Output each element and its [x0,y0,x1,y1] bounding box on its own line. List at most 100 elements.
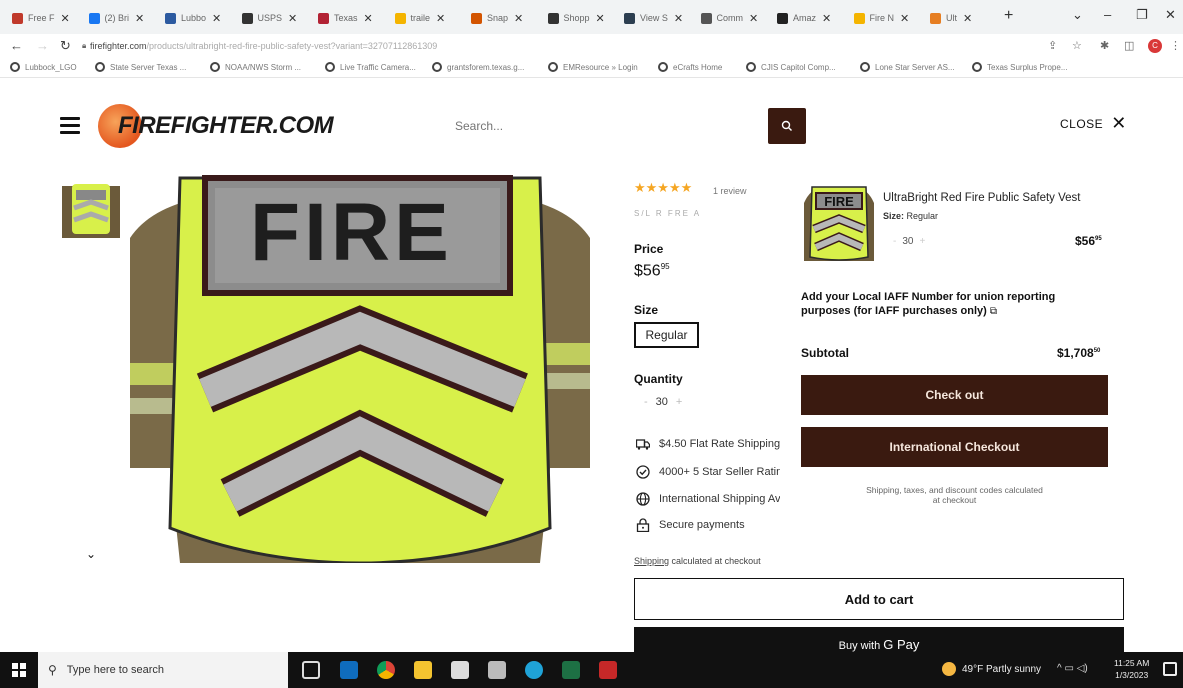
tab-close-icon[interactable]: ✕ [61,12,70,25]
browser-tab[interactable]: Texas ✕ [318,8,388,28]
shipping-link[interactable]: Shipping [634,556,669,566]
system-tray-icons[interactable]: ^ ▭ ◁) [1057,663,1088,674]
browser-tab[interactable]: Comm ✕ [700,8,771,28]
cart-item-image[interactable]: FIRE [800,183,878,261]
app-icon[interactable] [451,661,469,679]
chrome-icon[interactable] [377,661,395,679]
tab-close-icon[interactable]: ✕ [212,12,221,25]
size-option-regular[interactable]: Regular [634,322,699,348]
browser-tab[interactable]: Amaz ✕ [777,8,847,28]
url-field[interactable]: firefighter.com/products/ultrabright-red… [90,41,437,51]
file-explorer-icon[interactable] [414,661,432,679]
tab-close-icon[interactable]: ✕ [822,12,831,25]
cart-qty-decrement[interactable]: - [893,236,896,247]
browser-tab[interactable]: traile ✕ [394,8,465,28]
browser-tab[interactable]: Free F ✕ [12,8,82,28]
window-close-icon[interactable]: ✕ [1165,7,1176,23]
tab-close-icon[interactable]: ✕ [436,12,445,25]
back-icon[interactable]: ← [10,38,23,53]
size-label: Size [634,303,659,317]
tab-label: Texas [334,13,358,23]
notifications-icon[interactable] [1163,662,1177,676]
taskbar-search-box[interactable]: ⚲ Type here to search [38,652,288,688]
international-checkout-button[interactable]: International Checkout [801,427,1108,467]
forward-icon[interactable]: → [36,38,49,53]
price-label: Price [634,242,664,256]
tab-close-icon[interactable]: ✕ [514,12,523,25]
bookmark-item[interactable]: CJIS Capitol Comp... [746,62,836,72]
tab-close-icon[interactable]: ✕ [963,12,972,25]
cart-item-name[interactable]: UltraBright Red Fire Public Safety Vest [883,192,1081,204]
bookmark-label: EMResource » Login [563,62,638,72]
tab-close-icon[interactable]: ✕ [749,12,758,25]
tab-close-icon[interactable]: ✕ [288,12,297,25]
browser-tab[interactable]: Fire N ✕ [853,8,924,28]
minimize-icon[interactable]: – [1104,7,1111,22]
snipping-tool-icon[interactable] [488,661,506,679]
external-link-icon: ⧉ [989,306,998,317]
bookmark-item[interactable]: grantsforem.texas.g... [432,62,524,72]
search-button[interactable] [768,108,806,144]
review-count-link[interactable]: 1 review [713,186,747,196]
tab-label: Ult [946,13,957,23]
browser-tab[interactable]: Snap ✕ [471,8,541,28]
taskbar-clock[interactable]: 11:25 AM 1/3/2023 [1114,657,1149,681]
tab-close-icon[interactable]: ✕ [674,12,683,25]
acrobat-icon[interactable] [599,661,617,679]
bookmark-item[interactable]: eCrafts Home [658,62,722,72]
profile-avatar[interactable]: C [1148,39,1162,53]
windows-start-icon[interactable] [12,663,26,677]
menu-icon[interactable] [60,117,80,134]
bookmark-item[interactable]: Texas Surplus Prope... [972,62,1067,72]
product-main-image[interactable]: FIRE [130,168,590,563]
bookmark-star-icon[interactable]: ☆ [1072,39,1082,52]
extensions-icon[interactable]: ✱ [1100,39,1109,52]
bookmark-item[interactable]: EMResource » Login [548,62,638,72]
gallery-down-icon[interactable]: ⌄ [86,547,96,561]
cart-qty-increment[interactable]: + [919,236,925,247]
browser-tab[interactable]: USPS ✕ [241,8,312,28]
excel-icon[interactable] [562,661,580,679]
tab-label: Lubbo [181,13,207,23]
browser-tab[interactable]: Lubbo ✕ [165,8,235,28]
cart-qty-value[interactable]: 30 [902,236,913,247]
new-tab-icon[interactable]: + [1004,7,1013,25]
product-thumbnail[interactable] [62,180,120,238]
browser-tab[interactable]: View S ✕ [624,8,694,28]
qty-decrement-button[interactable]: - [644,396,648,408]
restore-icon[interactable]: ❐ [1136,7,1148,23]
browser-tab[interactable]: Shopp ✕ [547,8,618,28]
browser-tab[interactable]: (2) Bri ✕ [88,8,159,28]
cart-quantity-stepper: -30 + [887,236,931,247]
iaff-link[interactable]: Add your Local IAFF Number for union rep… [801,290,1101,319]
share-icon[interactable]: ⇪ [1048,39,1057,52]
qty-increment-button[interactable]: + [676,396,682,408]
edge-icon[interactable] [525,661,543,679]
bookmark-item[interactable]: NOAA/NWS Storm ... [210,62,301,72]
tab-close-icon[interactable]: ✕ [596,12,605,25]
bookmark-item[interactable]: State Server Texas ... [95,62,186,72]
qty-value[interactable]: 30 [656,396,668,408]
perk-text: International Shipping Available [659,493,790,505]
add-to-cart-button[interactable]: Add to cart [634,578,1124,620]
browser-menu-icon[interactable]: ⋮ [1170,39,1181,52]
outlook-icon[interactable] [340,661,358,679]
weather-widget[interactable]: 49°F Partly sunny [942,662,1041,676]
tab-label: Snap [487,13,509,23]
side-panel-icon[interactable]: ◫ [1124,39,1134,52]
site-logo[interactable]: FIREFIGHTER.COM [118,112,334,140]
tab-close-icon[interactable]: ✕ [900,12,909,25]
bookmark-item[interactable]: Live Traffic Camera... [325,62,416,72]
bookmark-item[interactable]: Lone Star Server AS... [860,62,955,72]
tab-close-icon[interactable]: ✕ [135,12,144,25]
search-input[interactable] [455,112,765,140]
bookmark-item[interactable]: Lubbock_LGO [10,62,77,72]
tab-close-icon[interactable]: ✕ [364,12,373,25]
close-cart-button[interactable]: CLOSE ✕ [1060,113,1127,134]
checkout-button[interactable]: Check out [801,375,1108,415]
tab-search-icon[interactable]: ⌄ [1072,7,1083,23]
lock-icon[interactable]: 🔒︎ [82,41,86,51]
reload-icon[interactable]: ↻ [60,38,71,54]
browser-tab[interactable]: Ult ✕ [930,8,1000,28]
task-view-icon[interactable] [302,661,320,679]
